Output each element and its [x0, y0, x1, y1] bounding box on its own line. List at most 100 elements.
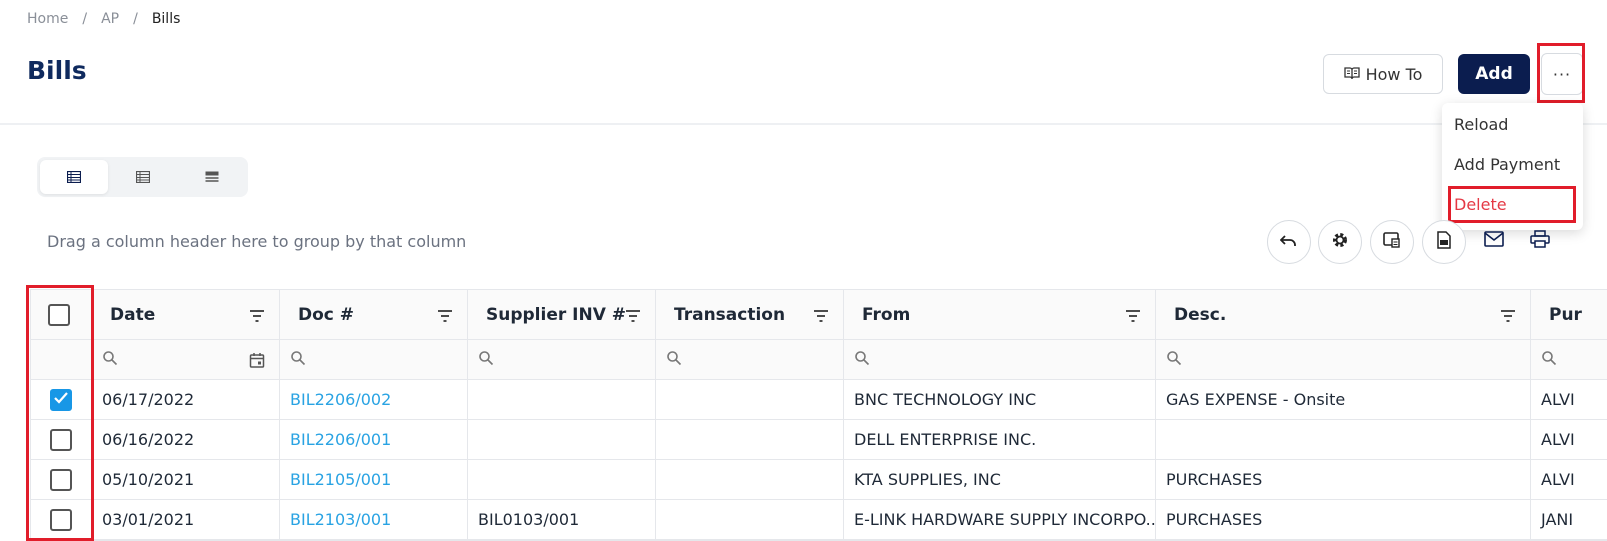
row-select-cell	[31, 380, 92, 419]
search-icon	[1541, 350, 1557, 370]
cell-pur: ALVI	[1531, 460, 1607, 499]
pdf-icon	[1436, 231, 1452, 253]
search-icon	[478, 350, 494, 370]
breadcrumb-home[interactable]: Home	[27, 11, 68, 27]
pdf-button[interactable]	[1422, 220, 1466, 264]
filter-transaction[interactable]	[656, 340, 844, 379]
export-button[interactable]	[1370, 220, 1414, 264]
filter-supplier-inv[interactable]	[468, 340, 656, 379]
filter-icon[interactable]	[249, 307, 265, 327]
filter-icon[interactable]	[1125, 307, 1141, 327]
filter-pur[interactable]	[1531, 340, 1607, 379]
column-header-supplier-inv[interactable]: Supplier INV #	[468, 290, 656, 339]
filter-icon[interactable]	[437, 307, 453, 327]
cell-doc-link[interactable]: BIL2103/001	[280, 500, 468, 539]
group-by-hint: Drag a column header here to group by th…	[47, 232, 467, 251]
breadcrumb: Home / AP / Bills	[27, 11, 180, 27]
table-row[interactable]: 05/10/2021 BIL2105/001 KTA SUPPLIES, INC…	[31, 460, 1607, 500]
row-select-cell	[31, 500, 92, 539]
column-header-transaction[interactable]: Transaction	[656, 290, 844, 339]
cell-from: BNC TECHNOLOGY INC	[844, 380, 1156, 419]
column-header-label: From	[862, 304, 911, 325]
row-select-cell	[31, 460, 92, 499]
calendar-icon[interactable]	[249, 352, 265, 372]
add-button[interactable]: Add	[1458, 54, 1530, 94]
column-header-from[interactable]: From	[844, 290, 1156, 339]
select-all-cell	[31, 290, 92, 339]
cell-doc-link[interactable]: BIL2206/002	[280, 380, 468, 419]
menu-item-reload[interactable]: Reload	[1454, 115, 1508, 134]
cell-transaction	[656, 420, 844, 459]
search-icon	[666, 350, 682, 370]
view-toggle	[37, 157, 248, 197]
column-header-desc[interactable]: Desc.	[1156, 290, 1531, 339]
breadcrumb-separator: /	[82, 11, 88, 27]
filter-date[interactable]	[92, 340, 280, 379]
cell-doc-link[interactable]: BIL2206/001	[280, 420, 468, 459]
column-header-date[interactable]: Date	[92, 290, 280, 339]
cell-date: 05/10/2021	[92, 460, 280, 499]
filter-icon[interactable]	[813, 307, 829, 327]
filter-icon[interactable]	[625, 307, 641, 327]
filter-cell-empty	[31, 340, 92, 379]
cell-pur: JANI	[1531, 500, 1607, 539]
breadcrumb-ap[interactable]: AP	[101, 11, 119, 27]
table-view-option[interactable]	[109, 160, 177, 194]
cell-desc	[1156, 420, 1531, 459]
menu-item-add-payment[interactable]: Add Payment	[1454, 155, 1560, 174]
table-row[interactable]: 06/16/2022 BIL2206/001 DELL ENTERPRISE I…	[31, 420, 1607, 460]
column-header-doc[interactable]: Doc #	[280, 290, 468, 339]
how-to-button[interactable]: How To	[1323, 54, 1443, 94]
breadcrumb-current: Bills	[151, 11, 181, 27]
print-button[interactable]	[1527, 228, 1553, 254]
mail-icon	[1484, 231, 1504, 251]
row-checkbox[interactable]	[50, 508, 72, 531]
undo-button[interactable]	[1267, 220, 1311, 264]
column-header-label: Supplier INV #	[486, 304, 627, 325]
cell-pur: ALVI	[1531, 380, 1607, 419]
breadcrumb-separator: /	[133, 11, 138, 27]
cell-date: 03/01/2021	[92, 500, 280, 539]
cell-from: DELL ENTERPRISE INC.	[844, 420, 1156, 459]
cell-from: KTA SUPPLIES, INC	[844, 460, 1156, 499]
list-view-icon	[66, 168, 82, 187]
list-view-option[interactable]	[40, 160, 108, 194]
settings-button[interactable]	[1318, 220, 1362, 264]
table-row[interactable]: 03/01/2021 BIL2103/001 BIL0103/001 E-LIN…	[31, 500, 1607, 540]
row-select-cell	[31, 420, 92, 459]
table-row[interactable]: 06/17/2022 BIL2206/002 BNC TECHNOLOGY IN…	[31, 380, 1607, 420]
column-header-pur[interactable]: Pur	[1531, 290, 1607, 339]
column-header-label: Doc #	[298, 304, 355, 325]
row-checkbox[interactable]	[50, 428, 72, 451]
cell-transaction	[656, 460, 844, 499]
table-view-icon	[135, 168, 151, 187]
cell-supplier-inv	[468, 380, 656, 419]
header-divider	[0, 123, 1607, 125]
more-button[interactable]: ···	[1541, 53, 1583, 95]
column-header-label: Transaction	[674, 304, 786, 325]
check-icon	[53, 390, 69, 409]
cell-doc-link[interactable]: BIL2105/001	[280, 460, 468, 499]
more-menu: Reload Add Payment Delete	[1442, 103, 1583, 230]
mail-button[interactable]	[1481, 228, 1507, 254]
filter-desc[interactable]	[1156, 340, 1531, 379]
row-checkbox[interactable]	[50, 468, 72, 491]
gear-icon	[1331, 231, 1349, 253]
select-all-checkbox[interactable]	[48, 303, 70, 326]
filter-doc[interactable]	[280, 340, 468, 379]
filter-icon[interactable]	[1500, 307, 1516, 327]
more-icon: ···	[1552, 64, 1572, 84]
cell-date: 06/16/2022	[92, 420, 280, 459]
menu-item-delete[interactable]: Delete	[1454, 195, 1507, 214]
filter-from[interactable]	[844, 340, 1156, 379]
column-header-label: Pur	[1549, 304, 1582, 325]
how-to-label: How To	[1365, 64, 1423, 84]
search-icon	[102, 350, 118, 370]
compact-view-icon	[205, 168, 219, 187]
compact-view-option[interactable]	[178, 160, 246, 194]
row-checkbox[interactable]	[50, 388, 72, 411]
cell-desc: PURCHASES	[1156, 460, 1531, 499]
cell-from: E-LINK HARDWARE SUPPLY INCORPO...	[844, 500, 1156, 539]
search-icon	[854, 350, 870, 370]
grid-filter-row	[31, 340, 1607, 380]
